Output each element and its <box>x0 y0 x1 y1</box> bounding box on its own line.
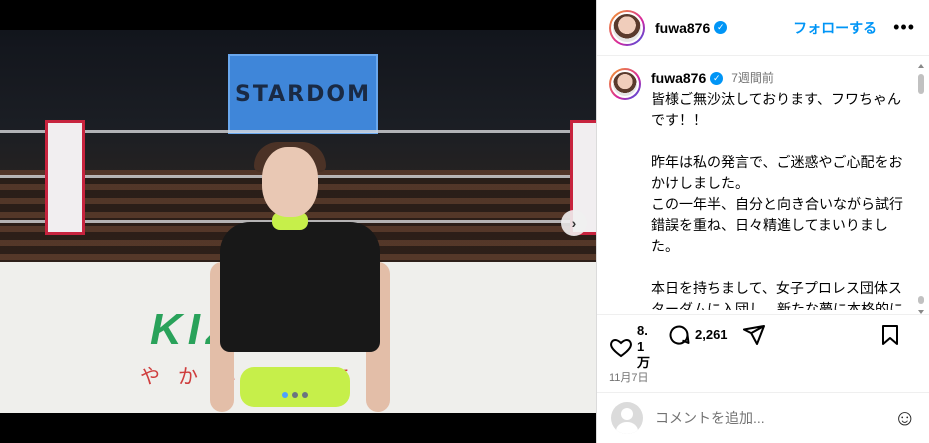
follow-button[interactable]: フォローする <box>793 18 877 38</box>
more-options-icon[interactable]: ••• <box>893 17 915 38</box>
emoji-icon[interactable]: ☺ <box>894 405 916 431</box>
carousel-dot[interactable] <box>292 392 298 398</box>
heart-icon <box>610 338 632 358</box>
carousel-dot[interactable] <box>302 392 308 398</box>
comment-box: コメントを追加... ☺ <box>597 392 929 443</box>
ring-rope <box>0 130 596 133</box>
like-count[interactable]: 8.1万 <box>637 323 653 371</box>
comment-input[interactable]: コメントを追加... <box>655 408 765 428</box>
share-icon <box>742 325 765 345</box>
comment-icon <box>669 325 690 345</box>
post-actions: 8.1万 2,261 11月7日 <box>597 314 929 404</box>
post-photo: STARDOM KIZK やかいのちに <box>0 30 596 413</box>
like-button[interactable]: 8.1万 <box>609 323 653 371</box>
caption-avatar[interactable] <box>609 68 641 100</box>
post-side-panel: fuwa876 ✓ フォローする ••• fuwa876 ✓ 7週間前 皆様ご無… <box>596 0 929 443</box>
instagram-post: STARDOM KIZK やかいのちに › <box>0 0 929 443</box>
post-header: fuwa876 ✓ フォローする ••• <box>597 0 929 56</box>
comment-button[interactable]: 2,261 <box>667 323 728 347</box>
caption: fuwa876 ✓ 7週間前 皆様ご無沙汰しております、フワちゃんです！！ 昨年… <box>597 60 917 310</box>
arena-screen-text: STARDOM <box>235 81 371 107</box>
comment-count[interactable]: 2,261 <box>695 327 728 343</box>
post-date[interactable]: 11月7日 <box>609 369 916 385</box>
bookmark-icon <box>882 325 898 345</box>
avatar[interactable] <box>609 9 645 46</box>
verified-badge-icon: ✓ <box>714 21 728 34</box>
carousel-next-button[interactable]: › <box>561 210 587 236</box>
wrestler-figure <box>210 142 390 412</box>
verified-badge-icon: ✓ <box>710 72 724 85</box>
arena-screen: STARDOM <box>228 54 378 134</box>
caption-time[interactable]: 7週間前 <box>731 68 774 89</box>
caption-scrollbar[interactable] <box>917 60 925 314</box>
caption-username[interactable]: fuwa876 <box>651 68 706 89</box>
post-media[interactable]: STARDOM KIZK やかいのちに › <box>0 0 596 443</box>
carousel-dot[interactable] <box>282 392 288 398</box>
carousel-dots <box>282 392 308 398</box>
caption-text: 皆様ご無沙汰しております、フワちゃんです！！ 昨年は私の発言で、ご迷惑やご心配を… <box>651 91 903 310</box>
user-avatar-icon <box>611 402 643 434</box>
save-button[interactable] <box>878 323 902 347</box>
ring-post-pad <box>45 120 85 235</box>
chevron-right-icon: › <box>571 215 577 231</box>
header-username[interactable]: fuwa876 <box>655 20 710 36</box>
share-button[interactable] <box>742 323 766 347</box>
